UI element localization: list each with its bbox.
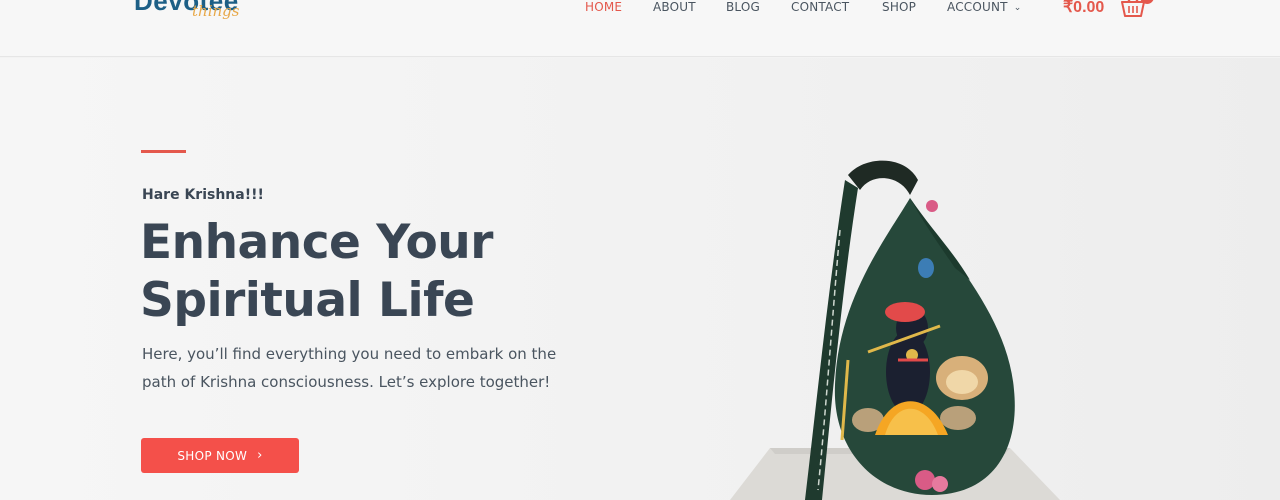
nav-about[interactable]: ABOUT bbox=[653, 0, 696, 14]
logo-tagline: things bbox=[192, 2, 240, 20]
nav-contact[interactable]: CONTACT bbox=[791, 0, 849, 14]
accent-divider bbox=[141, 150, 186, 153]
hero-description: Here, you’ll find everything you need to… bbox=[142, 345, 557, 391]
shop-now-label: SHOP NOW bbox=[177, 448, 248, 463]
nav-account[interactable]: ACCOUNT ⌄ bbox=[947, 0, 1021, 14]
nav-account-label: ACCOUNT bbox=[947, 0, 1008, 14]
hero-headline: Enhance Your Spiritual Life bbox=[140, 214, 660, 330]
nav-home[interactable]: HOME bbox=[585, 0, 622, 14]
hero-headline-line-2: Spiritual Life bbox=[140, 273, 475, 328]
nav-shop[interactable]: SHOP bbox=[882, 0, 916, 14]
nav-blog[interactable]: BLOG bbox=[726, 0, 760, 14]
cart-total[interactable]: ₹0.00 bbox=[1063, 0, 1104, 17]
krishna-japa-bag-image bbox=[700, 150, 1080, 500]
chevron-down-icon: ⌄ bbox=[1013, 3, 1022, 13]
shop-now-button[interactable]: SHOP NOW › bbox=[141, 438, 299, 473]
hero-eyebrow: Hare Krishna!!! bbox=[142, 187, 264, 203]
chevron-right-icon: › bbox=[257, 448, 263, 463]
site-logo[interactable]: Devotee things bbox=[134, 0, 254, 32]
hero-headline-line-1: Enhance Your bbox=[140, 215, 493, 270]
site-header: Devotee things HOME ABOUT BLOG CONTACT S… bbox=[0, 0, 1280, 57]
